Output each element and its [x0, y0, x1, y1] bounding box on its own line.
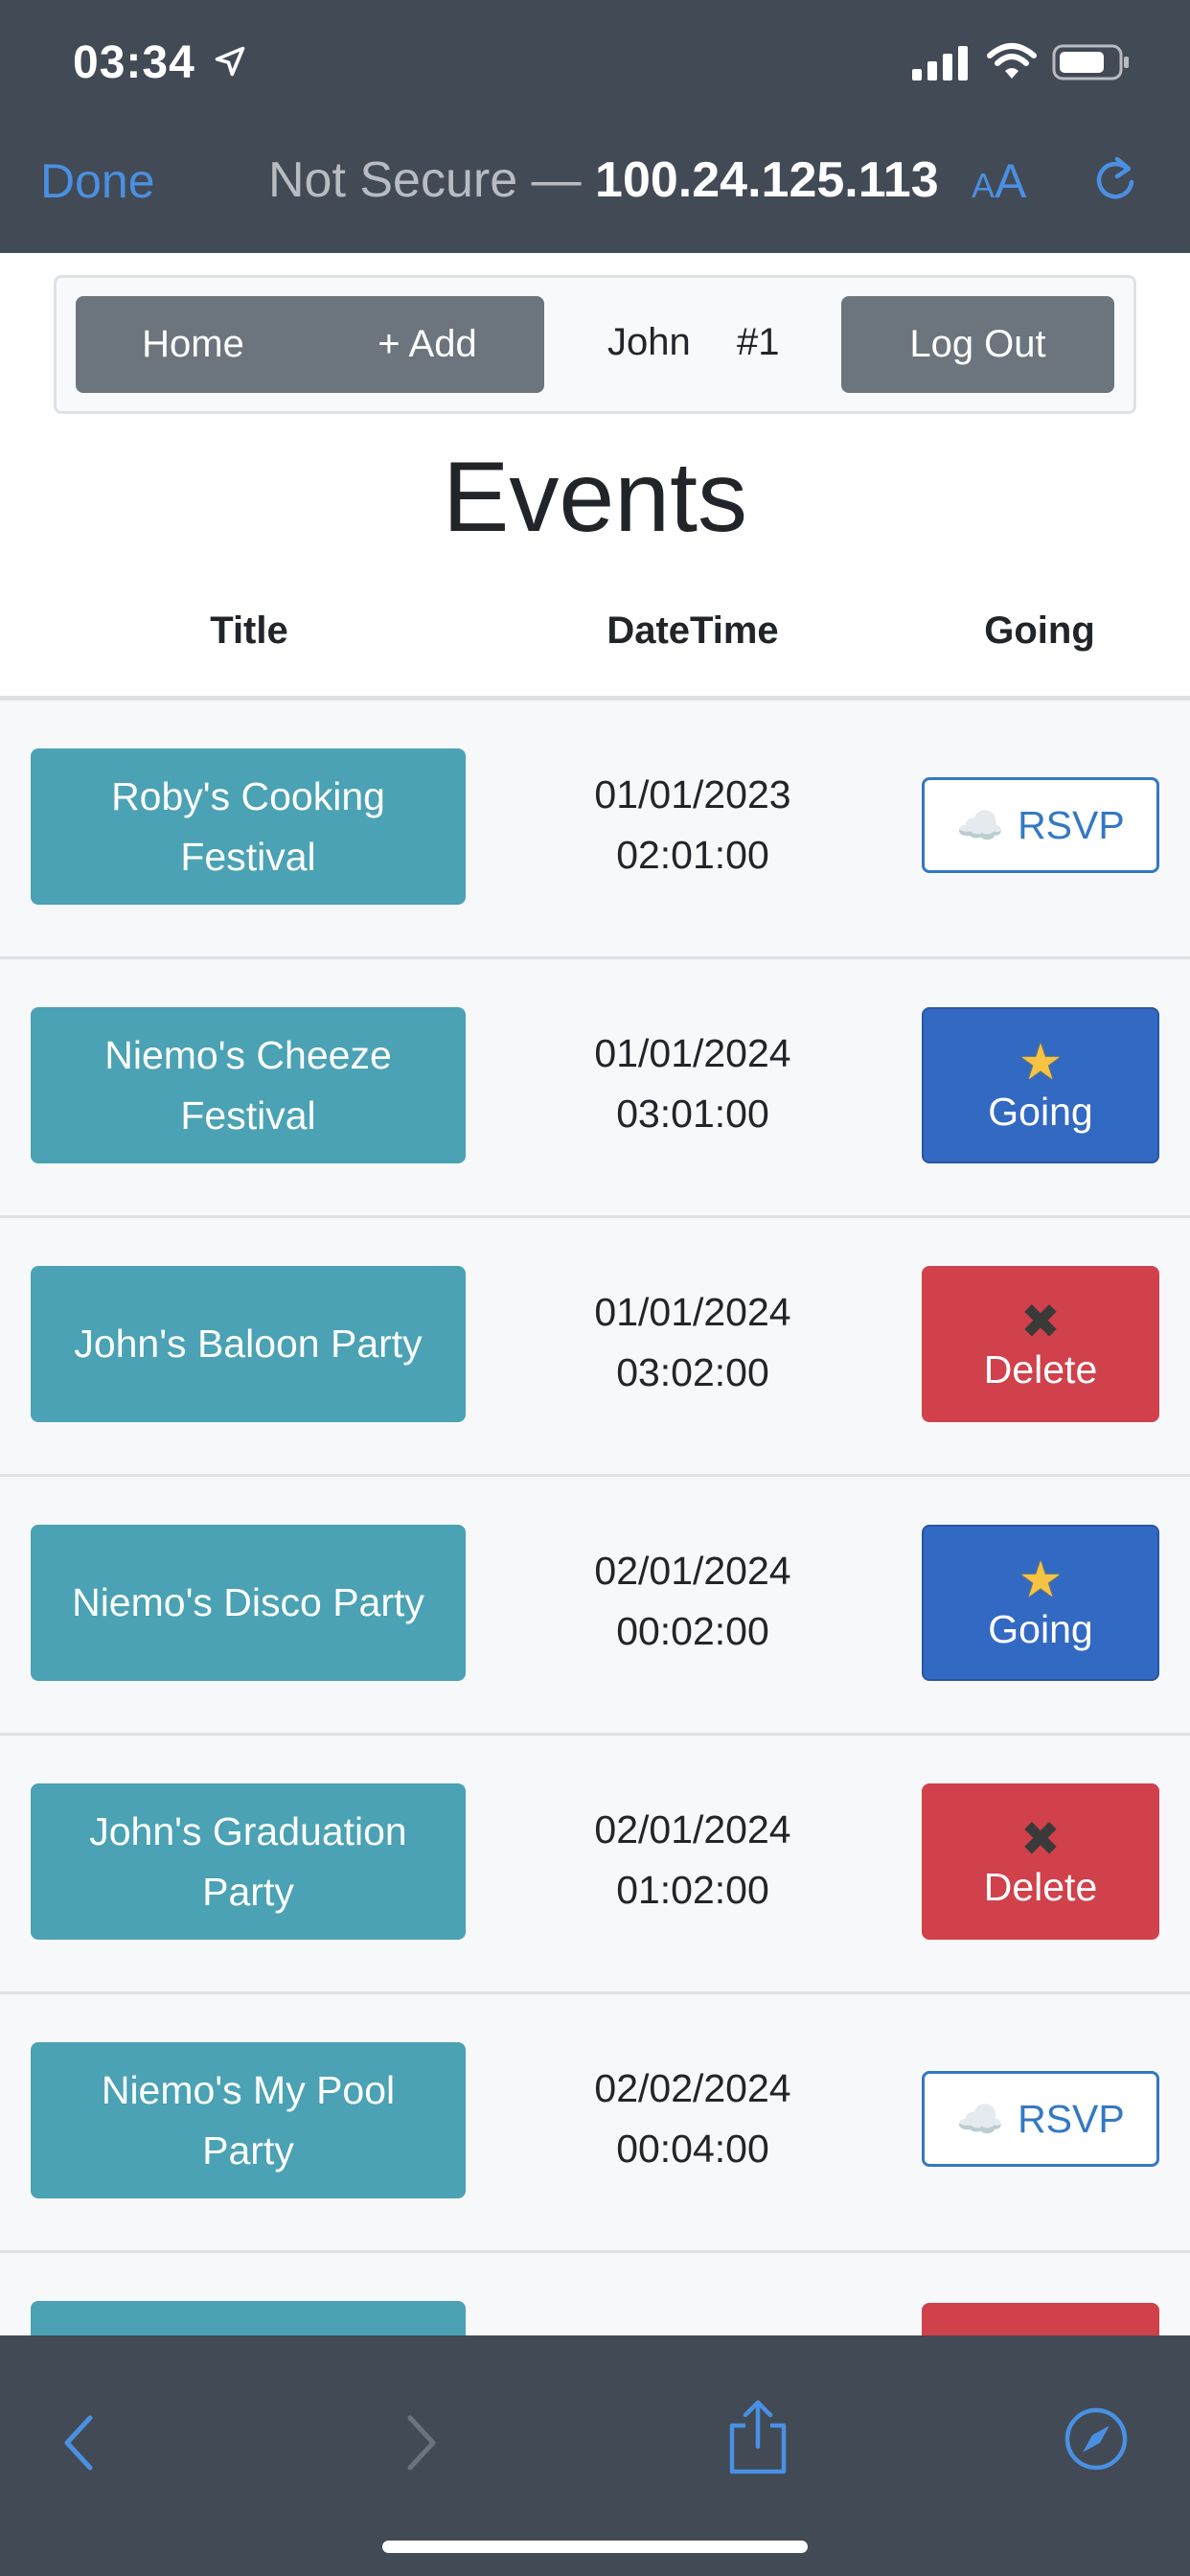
going-label: Going — [988, 1607, 1093, 1651]
column-header-title: Title — [210, 610, 288, 652]
user-id: #1 — [737, 321, 780, 363]
event-date: 02/01/2024 — [594, 1807, 791, 1852]
reload-icon[interactable] — [1088, 153, 1142, 207]
rsvp-label: RSVP — [1018, 2096, 1125, 2141]
star-icon: ★ — [1018, 1035, 1064, 1091]
going-button[interactable]: ★ Going — [922, 1525, 1159, 1681]
events-table: Roby's Cooking Festival 01/01/2023 02:01:… — [0, 701, 1190, 2335]
location-arrow-icon — [215, 46, 245, 77]
delete-label: Delete — [983, 1865, 1098, 1909]
security-label: Not Secure — — [268, 152, 582, 208]
done-button[interactable]: Done — [40, 153, 155, 209]
rsvp-label: RSVP — [1018, 802, 1125, 847]
forward-icon[interactable] — [402, 2412, 441, 2473]
column-header-datetime: DateTime — [606, 610, 779, 652]
delete-button[interactable]: ✖ Delete — [922, 1783, 1159, 1940]
compass-icon[interactable] — [1064, 2406, 1129, 2472]
app-navbar: Home + Add John #1 Log Out — [54, 275, 1136, 414]
event-datetime: 01/01/2024 03:01:00 — [549, 1024, 836, 1144]
table-row: Niemo's My Pool Party 02/02/2024 00:04:00… — [0, 1994, 1190, 2253]
rsvp-button[interactable]: ☁️ RSVP — [922, 2071, 1159, 2167]
delete-label: Delete — [983, 1347, 1098, 1392]
logout-button[interactable]: Log Out — [841, 296, 1114, 393]
address-bar[interactable]: Not Secure — 100.24.125.113 — [268, 151, 939, 209]
rsvp-button[interactable]: ☁️ RSVP — [922, 777, 1159, 873]
reader-label-small: A — [972, 166, 995, 205]
event-date: 02/02/2024 — [594, 2066, 791, 2110]
event-time: 00:04:00 — [616, 2127, 769, 2171]
cellular-signal-icon — [912, 46, 968, 80]
nav-button-group: Home + Add — [76, 296, 544, 393]
add-event-button[interactable]: + Add — [310, 323, 544, 366]
event-datetime: 01/01/2024 03:02:00 — [549, 1282, 836, 1403]
star-icon: ★ — [1018, 1552, 1064, 1608]
host-label: 100.24.125.113 — [595, 152, 939, 208]
browser-header: 03:34 Done Not Secure — 100.24.125.113 A… — [0, 0, 1190, 253]
delete-button[interactable] — [922, 2303, 1159, 2335]
table-row: Niemo's Cheeze Festival 01/01/2024 03:01:… — [0, 959, 1190, 1218]
event-datetime: 02/02/2024 00:04:00 — [549, 2058, 836, 2179]
event-time: 00:02:00 — [616, 1609, 769, 1653]
event-time: 03:01:00 — [616, 1092, 769, 1136]
event-title-button[interactable]: Roby's Cooking Festival — [31, 748, 466, 905]
event-title-button[interactable] — [31, 2301, 466, 2335]
event-date: 02/01/2024 — [594, 1549, 791, 1593]
event-title-button[interactable]: Niemo's Cheeze Festival — [31, 1007, 466, 1163]
table-row: Roby's Cooking Festival 01/01/2023 02:01:… — [0, 701, 1190, 959]
event-title-button[interactable]: John's Baloon Party — [31, 1266, 466, 1422]
table-row: John's Graduation Party 02/01/2024 01:02:… — [0, 1736, 1190, 1994]
event-title-button[interactable]: Niemo's Disco Party — [31, 1525, 466, 1681]
event-title-button[interactable]: Niemo's My Pool Party — [31, 2042, 466, 2198]
home-indicator — [382, 2541, 808, 2553]
event-time: 02:01:00 — [616, 833, 769, 877]
going-button[interactable]: ★ Going — [922, 1007, 1159, 1163]
wifi-icon — [987, 43, 1037, 79]
event-title-button[interactable]: John's Graduation Party — [31, 1783, 466, 1940]
share-icon[interactable] — [724, 2399, 791, 2475]
event-time: 03:02:00 — [616, 1350, 769, 1394]
back-icon[interactable] — [59, 2412, 98, 2473]
event-date: 01/01/2023 — [594, 772, 791, 816]
delete-button[interactable]: ✖ Delete — [922, 1266, 1159, 1422]
event-time: 01:02:00 — [616, 1868, 769, 1912]
home-button[interactable]: Home — [76, 323, 310, 366]
x-icon: ✖ — [1020, 1295, 1061, 1348]
cloud-icon: ☁️ — [956, 804, 1005, 847]
browser-toolbar — [0, 2335, 1190, 2576]
table-row: Niemo's Disco Party 02/01/2024 00:02:00 ★… — [0, 1477, 1190, 1736]
event-datetime: 02/01/2024 01:02:00 — [549, 1800, 836, 1920]
event-date: 01/01/2024 — [594, 1290, 791, 1334]
user-name: John — [607, 321, 691, 363]
battery-icon — [1052, 44, 1129, 80]
x-icon: ✖ — [1020, 1812, 1061, 1866]
reader-label-big: A — [995, 154, 1027, 208]
event-date: 01/01/2024 — [594, 1031, 791, 1075]
page-title: Events — [443, 442, 747, 553]
status-time: 03:34 — [73, 37, 195, 88]
column-header-going: Going — [984, 610, 1095, 652]
cloud-icon: ☁️ — [956, 2098, 1005, 2141]
table-row — [0, 2253, 1190, 2335]
event-datetime: 02/01/2024 00:02:00 — [549, 1541, 836, 1662]
going-label: Going — [988, 1090, 1093, 1134]
table-row: John's Baloon Party 01/01/2024 03:02:00 ✖… — [0, 1218, 1190, 1477]
reader-settings-button[interactable]: AA — [972, 153, 1026, 209]
event-datetime: 01/01/2023 02:01:00 — [549, 765, 836, 886]
